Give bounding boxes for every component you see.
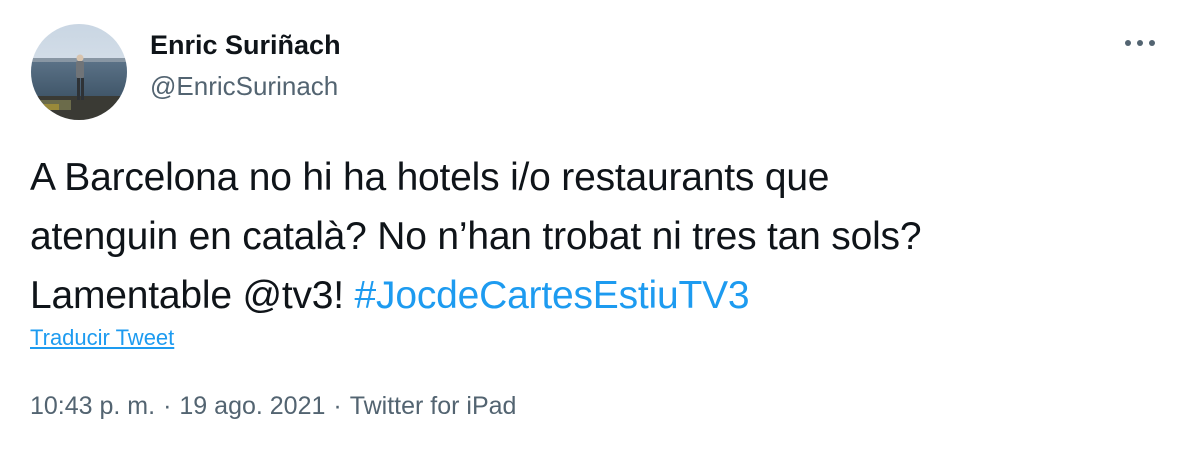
separator-dot: · <box>333 392 342 420</box>
tweet-text-line: Lamentable @tv3! #JocdeCartesEstiuTV3 <box>30 266 1170 325</box>
separator-dot: · <box>163 392 172 420</box>
tweet-text: A Barcelona no hi ha hotels i/o restaura… <box>30 148 1170 325</box>
translate-tweet-link[interactable]: Traducir Tweet <box>30 324 174 352</box>
tweet-date[interactable]: 19 ago. 2021 <box>179 392 325 420</box>
more-horizontal-icon <box>1125 40 1155 46</box>
more-options-button[interactable] <box>1116 28 1164 58</box>
tweet-metadata: 10:43 p. m. · 19 ago. 2021 · Twitter for iPa… <box>30 390 516 422</box>
tweet-text-prefix: Lamentable @tv3! <box>30 274 355 317</box>
tweet-source[interactable]: Twitter for iPad <box>350 392 517 420</box>
tweet-time[interactable]: 10:43 p. m. <box>30 392 155 420</box>
tweet-text-line: atenguin en català? No n’han trobat ni t… <box>30 215 922 258</box>
tweet-text-line: A Barcelona no hi ha hotels i/o restaura… <box>30 156 830 199</box>
tweet-card: Enric Suriñach @EnricSurinach A Barcelon… <box>0 0 1198 450</box>
avatar[interactable] <box>31 24 127 120</box>
hashtag-link[interactable]: #JocdeCartesEstiuTV3 <box>355 274 750 317</box>
author-display-name[interactable]: Enric Suriñach <box>150 29 341 61</box>
avatar-photo <box>31 24 127 120</box>
author-handle[interactable]: @EnricSurinach <box>150 70 338 102</box>
